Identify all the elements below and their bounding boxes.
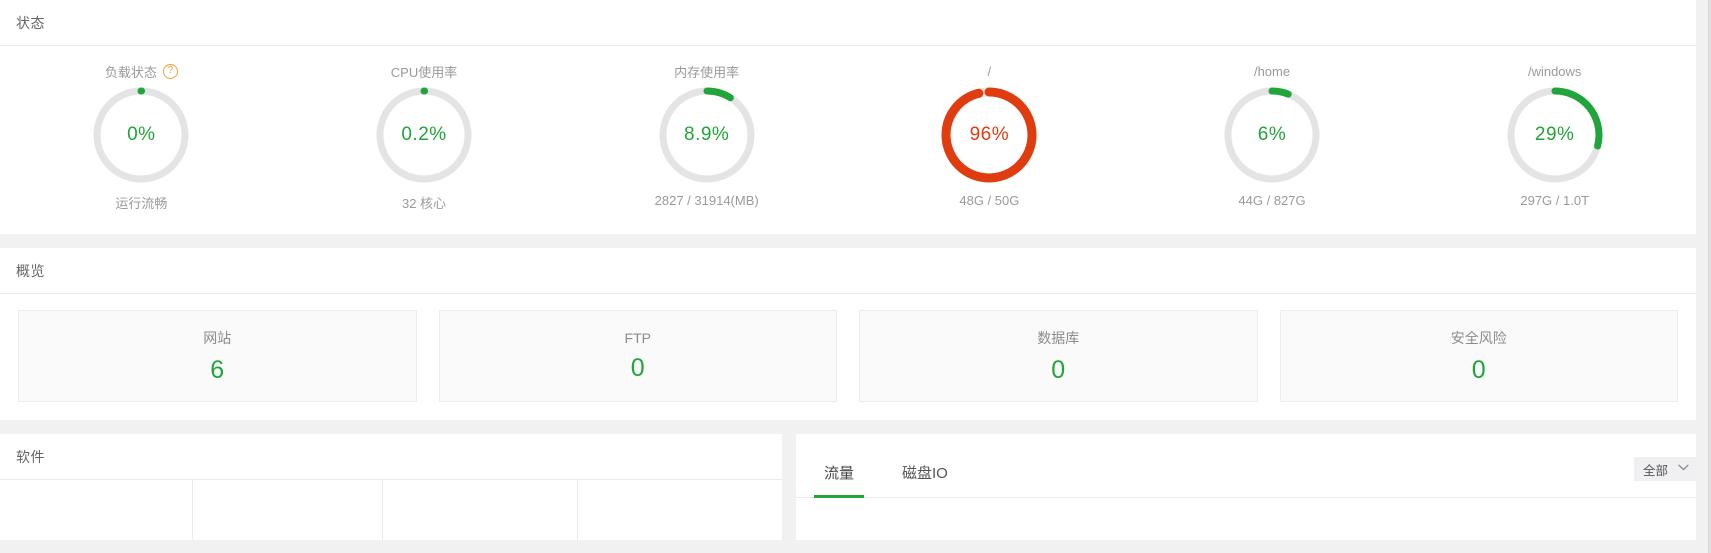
chevron-down-icon	[1678, 463, 1689, 474]
traffic-filter-select[interactable]: 全部	[1633, 457, 1696, 481]
gauge-ring: 96%	[941, 87, 1037, 183]
overview-card: 概览 网站 6 FTP 0 数据库 0 安全风险 0	[0, 248, 1696, 420]
gauge-6: /windows 29% 297G / 1.0T	[1413, 62, 1696, 212]
bottom-column-gap	[782, 434, 796, 540]
tab-1[interactable]: 流量	[813, 462, 865, 498]
gauge-sublabel: 32 核心	[401, 196, 447, 211]
overview-box[interactable]: FTP 0	[438, 310, 837, 402]
status-card-title: 状态	[16, 14, 45, 31]
gauge-sublabel: 297G / 1.0T	[1520, 193, 1590, 208]
status-card: 状态 负载状态? 0% 运行流畅 CPU使用率 0.2% 32 核心 内存使用率 8.9% 28…	[0, 0, 1696, 234]
gauge-ring: 0%	[93, 87, 189, 183]
gauge-label-text: /windows	[1527, 63, 1582, 79]
gauge-sublabel: 运行流畅	[115, 196, 168, 211]
software-table-column	[578, 480, 782, 540]
gauge-5: /home 6% 44G / 827G	[1131, 62, 1414, 212]
gauge-label: CPU使用率	[391, 62, 457, 80]
gauge-ring: 8.9%	[659, 87, 755, 183]
gauge-sublabel: 48G / 50G	[959, 193, 1020, 208]
software-card-header: 软件	[0, 434, 782, 480]
question-mark-icon[interactable]: ?	[162, 63, 178, 79]
section-gap	[0, 234, 1696, 248]
overview-box-label: FTP	[624, 329, 651, 346]
gauge-label-text: /	[987, 63, 992, 79]
traffic-tabs-header: 流量 磁盘IO 全部	[796, 434, 1696, 498]
gauge-label: /	[988, 62, 992, 80]
overview-box-label: 数据库	[1037, 329, 1080, 346]
software-table-column	[193, 480, 383, 540]
gauge-4: / 96% 48G / 50G	[848, 62, 1131, 212]
gauge-ring: 6%	[1224, 87, 1320, 183]
gauge-ring: 0.2%	[376, 87, 472, 183]
software-table-column	[0, 480, 193, 540]
traffic-filter-value: 全部	[1642, 463, 1668, 478]
gauge-label-text: 负载状态	[104, 64, 157, 80]
gauge-sublabel: 2827 / 31914(MB)	[654, 193, 759, 208]
page-scroll-gutter[interactable]	[1696, 0, 1708, 553]
dashboard-page: 状态 负载状态? 0% 运行流畅 CPU使用率 0.2% 32 核心 内存使用率 8.9% 28…	[0, 0, 1711, 553]
gauge-value: 6%	[1257, 124, 1287, 145]
gauge-value: 0.2%	[401, 124, 447, 145]
gauge-row: 负载状态? 0% 运行流畅 CPU使用率 0.2% 32 核心 内存使用率 8.9% 2827 …	[0, 46, 1696, 234]
gauge-label: 负载状态?	[105, 62, 178, 80]
overview-row: 网站 6 FTP 0 数据库 0 安全风险 0	[0, 294, 1696, 420]
gauge-value: 29%	[1534, 124, 1575, 145]
overview-box-value: 0	[630, 353, 645, 382]
overview-box-value: 6	[210, 355, 225, 384]
software-table-column	[383, 480, 578, 540]
tab-2[interactable]: 磁盘IO	[898, 462, 952, 497]
gauge-label: /windows	[1528, 62, 1581, 80]
overview-box[interactable]: 安全风险 0	[1279, 310, 1678, 402]
gauge-2: CPU使用率 0.2% 32 核心	[283, 62, 566, 212]
section-gap-2	[0, 420, 1696, 434]
gauge-label-text: /home	[1253, 63, 1291, 79]
gauge-label-text: CPU使用率	[390, 64, 458, 80]
status-card-header: 状态	[0, 0, 1696, 46]
overview-box-label: 网站	[203, 329, 232, 346]
gauge-3: 内存使用率 8.9% 2827 / 31914(MB)	[565, 62, 848, 212]
overview-card-header: 概览	[0, 248, 1696, 294]
content-column: 状态 负载状态? 0% 运行流畅 CPU使用率 0.2% 32 核心 内存使用率 8.9% 28…	[0, 0, 1696, 553]
gauge-label-text: 内存使用率	[674, 64, 740, 80]
gauge-value: 96%	[969, 124, 1010, 145]
overview-box[interactable]: 网站 6	[18, 310, 417, 402]
software-card: 软件	[0, 434, 782, 540]
bottom-section: 软件 流量 磁盘IO 全部	[0, 434, 1696, 540]
gauge-sublabel: 44G / 827G	[1238, 193, 1306, 208]
gauge-ring: 29%	[1507, 87, 1603, 183]
traffic-tab-list: 流量 磁盘IO	[813, 462, 992, 498]
overview-box[interactable]: 数据库 0	[859, 310, 1258, 402]
overview-box-value: 0	[1051, 355, 1066, 384]
traffic-chart-area	[796, 498, 1696, 518]
gauge-label: 内存使用率	[674, 62, 739, 80]
gauge-value: 8.9%	[684, 124, 730, 145]
software-table	[0, 480, 782, 540]
overview-box-label: 安全风险	[1450, 329, 1507, 346]
gauge-label: /home	[1254, 62, 1290, 80]
gauge-value: 0%	[127, 124, 156, 145]
overview-box-value: 0	[1471, 355, 1486, 384]
traffic-card: 流量 磁盘IO 全部	[796, 434, 1696, 540]
software-card-title: 软件	[16, 448, 45, 465]
gauge-1: 负载状态? 0% 运行流畅	[0, 62, 283, 212]
overview-card-title: 概览	[16, 262, 45, 279]
